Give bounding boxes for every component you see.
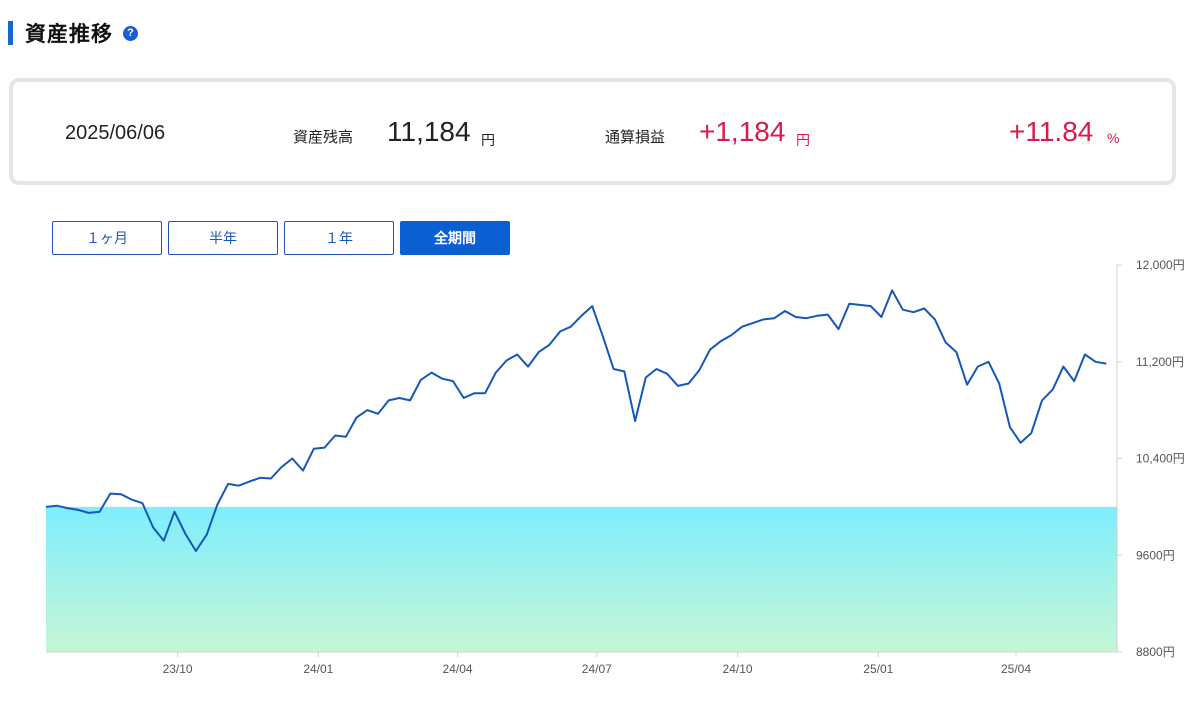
summary-panel: 2025/06/06 資産残高 11,184 円 通算損益 +1,184 円 +… [9, 78, 1176, 185]
y-tick-label: 9600円 [1136, 548, 1175, 562]
section-header: 資産推移 ? [8, 20, 138, 46]
x-tick-label: 24/01 [303, 662, 333, 676]
question-circle-icon[interactable]: ? [123, 25, 138, 41]
x-tick-label: 23/10 [163, 662, 193, 676]
x-tick-label: 24/07 [582, 662, 612, 676]
period-all-button[interactable]: 全期間 [400, 221, 510, 255]
y-tick-label: 8800円 [1136, 645, 1175, 659]
title-accent-bar [8, 21, 13, 45]
pnl-value: +1,184 [699, 116, 786, 147]
period-1month-button[interactable]: １ヶ月 [52, 221, 162, 255]
page-title: 資産推移 [25, 23, 113, 46]
pnl-label: 通算損益 [605, 129, 666, 146]
principal-area [46, 506, 1117, 652]
x-tick-label: 25/04 [1001, 662, 1031, 676]
balance-value: 11,184 [387, 116, 471, 147]
balance-label: 資産残高 [293, 129, 354, 146]
x-tick-label: 24/04 [443, 662, 473, 676]
pnl-percent: +11.84 [1009, 116, 1094, 147]
asset-history-chart: 12,000円 11,200円 10,400円 9600円 8800円 23/10 24/0… [45, 258, 1185, 676]
period-1year-button[interactable]: １年 [284, 221, 394, 255]
period-selector: １ヶ月 半年 １年 全期間 [52, 221, 510, 255]
pnl-percent-unit: % [1107, 130, 1120, 146]
y-tick-label: 12,000円 [1136, 258, 1185, 272]
x-tick-label: 25/01 [863, 662, 893, 676]
y-tick-label: 11,200円 [1136, 355, 1184, 369]
y-tick-label: 10,400円 [1136, 452, 1185, 466]
period-half-year-button[interactable]: 半年 [168, 221, 278, 255]
balance-unit: 円 [481, 132, 495, 148]
x-tick-label: 24/10 [723, 662, 753, 676]
pnl-unit: 円 [796, 132, 810, 148]
summary-date: 2025/06/06 [65, 122, 166, 144]
